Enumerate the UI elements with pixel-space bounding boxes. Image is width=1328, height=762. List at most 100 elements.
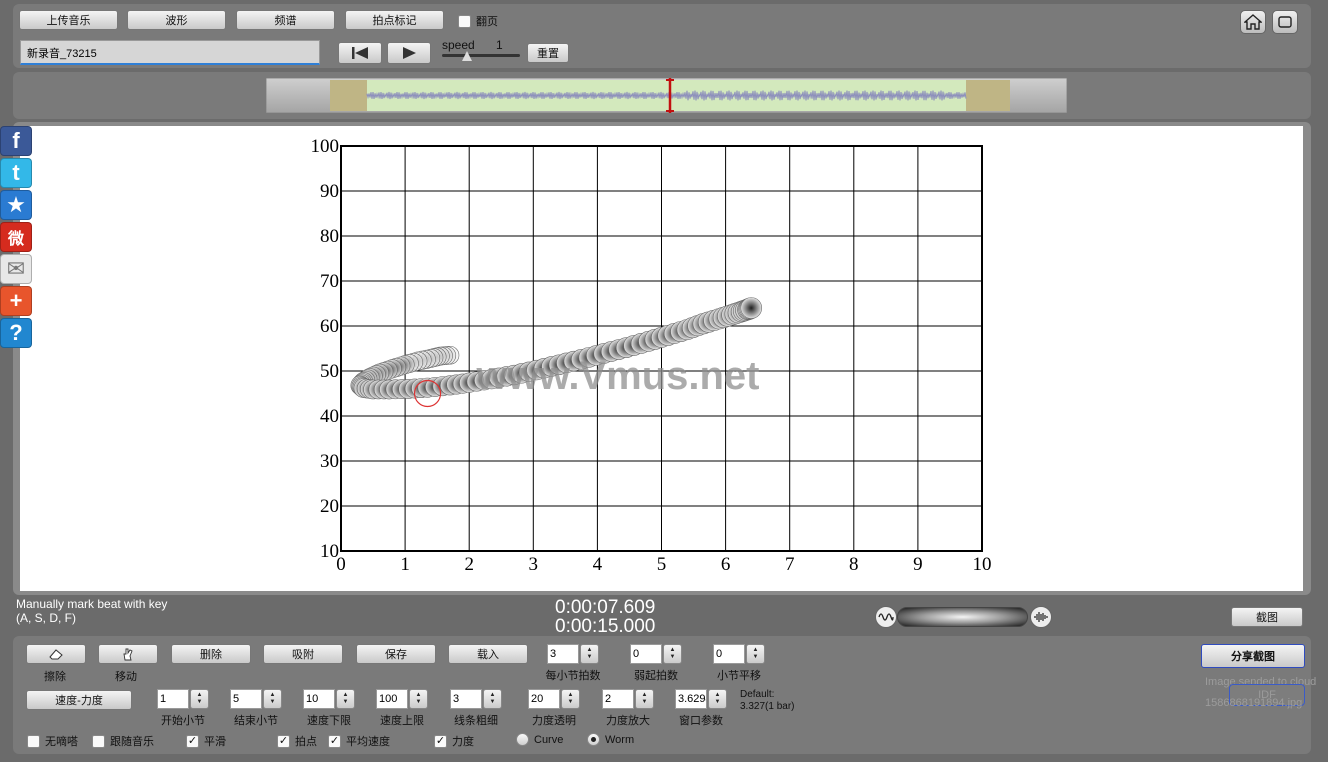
- page-turn-checkbox[interactable]: 翻页: [458, 13, 498, 29]
- stepper-row2-0-arrows[interactable]: ▲ ▼: [190, 689, 209, 709]
- speed-slider-track[interactable]: [442, 54, 520, 57]
- delete-button[interactable]: 删除: [171, 644, 251, 664]
- stepper-row2-3[interactable]: 100 ▲ ▼: [376, 689, 428, 709]
- home-button[interactable]: [1240, 10, 1266, 34]
- stepper-down-icon[interactable]: ▼: [753, 654, 759, 661]
- stepper-row1-1-value[interactable]: 0: [630, 644, 662, 664]
- stepper-row2-0-value[interactable]: 1: [157, 689, 189, 709]
- checkbox-box[interactable]: ✓: [328, 734, 341, 748]
- option-checkbox-5[interactable]: ✓ 力度: [434, 733, 474, 749]
- stepper-row2-6-value[interactable]: 2: [602, 689, 634, 709]
- stepper-row2-3-value[interactable]: 100: [376, 689, 408, 709]
- screenshot-button[interactable]: 截图: [1231, 607, 1303, 627]
- stepper-row1-2[interactable]: 0 ▲ ▼: [713, 644, 765, 664]
- mode-radio-curve[interactable]: Curve: [516, 733, 563, 746]
- checkbox-box[interactable]: [27, 734, 40, 748]
- stepper-up-icon[interactable]: ▲: [568, 692, 574, 699]
- skip-start-button[interactable]: [338, 42, 382, 64]
- waveform-toggle-button[interactable]: [875, 606, 897, 628]
- option-checkbox-3[interactable]: ✓ 拍点: [277, 733, 317, 749]
- speed-reset-button[interactable]: 重置: [527, 43, 569, 63]
- stepper-row2-4[interactable]: 3 ▲ ▼: [450, 689, 502, 709]
- waveform-button[interactable]: 波形: [127, 10, 226, 30]
- checkbox-box[interactable]: ✓: [186, 734, 199, 748]
- tempo-force-chart[interactable]: 0 1 2 3 4 5 6 7 8 9 10102030405060708090100 www.Vm…: [20, 126, 1303, 591]
- save-button[interactable]: 保存: [356, 644, 436, 664]
- add-share-icon[interactable]: +: [0, 286, 32, 316]
- waveform-overview[interactable]: [266, 78, 1067, 113]
- stepper-row2-0[interactable]: 1 ▲ ▼: [157, 689, 209, 709]
- stepper-row2-1-value[interactable]: 5: [230, 689, 262, 709]
- email-icon[interactable]: ✉: [0, 254, 32, 284]
- stepper-down-icon[interactable]: ▼: [568, 699, 574, 706]
- fullscreen-button[interactable]: [1272, 10, 1298, 34]
- stepper-up-icon[interactable]: ▲: [753, 647, 759, 654]
- speed-slider-thumb[interactable]: [462, 51, 472, 61]
- radio-indicator[interactable]: [587, 733, 600, 746]
- stepper-up-icon[interactable]: ▲: [416, 692, 422, 699]
- stepper-down-icon[interactable]: ▼: [343, 699, 349, 706]
- stepper-row2-4-arrows[interactable]: ▲ ▼: [483, 689, 502, 709]
- option-checkbox-0[interactable]: 无嘀嗒: [27, 733, 78, 749]
- snap-button[interactable]: 吸附: [263, 644, 343, 664]
- stepper-row1-0-arrows[interactable]: ▲ ▼: [580, 644, 599, 664]
- twitter-icon[interactable]: t: [0, 158, 32, 188]
- stepper-up-icon[interactable]: ▲: [270, 692, 276, 699]
- stepper-row2-7-arrows[interactable]: ▲ ▼: [708, 689, 727, 709]
- load-button[interactable]: 载入: [448, 644, 528, 664]
- stepper-row2-5-arrows[interactable]: ▲ ▼: [561, 689, 580, 709]
- stepper-up-icon[interactable]: ▲: [715, 692, 721, 699]
- stepper-up-icon[interactable]: ▲: [197, 692, 203, 699]
- stepper-down-icon[interactable]: ▼: [670, 654, 676, 661]
- stepper-row2-6-arrows[interactable]: ▲ ▼: [635, 689, 654, 709]
- stepper-row2-5-value[interactable]: 20: [528, 689, 560, 709]
- volume-slider[interactable]: [897, 607, 1028, 627]
- help-icon[interactable]: ?: [0, 318, 32, 348]
- waveform-left-handle[interactable]: [330, 80, 367, 111]
- stepper-row2-7[interactable]: 3.6294▲▼: [675, 689, 727, 709]
- weibo-icon[interactable]: 微: [0, 222, 32, 252]
- facebook-icon[interactable]: f: [0, 126, 32, 156]
- volume-control[interactable]: [875, 605, 1052, 629]
- stepper-down-icon[interactable]: ▼: [715, 699, 721, 706]
- share-screenshot-button[interactable]: 分享截图: [1201, 644, 1305, 668]
- upload-music-button[interactable]: 上传音乐: [19, 10, 118, 30]
- play-button[interactable]: [387, 42, 431, 64]
- stepper-row1-1-arrows[interactable]: ▲ ▼: [663, 644, 682, 664]
- waveform-right-handle[interactable]: [966, 80, 1010, 111]
- filename-input[interactable]: 新录音_73215: [20, 40, 320, 65]
- stepper-row2-5[interactable]: 20 ▲ ▼: [528, 689, 580, 709]
- option-checkbox-2[interactable]: ✓ 平滑: [186, 733, 226, 749]
- stepper-row2-2-arrows[interactable]: ▲ ▼: [336, 689, 355, 709]
- beat-mark-button[interactable]: 拍点标记: [345, 10, 444, 30]
- mode-radio-worm[interactable]: Worm: [587, 733, 634, 746]
- stepper-row2-2-value[interactable]: 10: [303, 689, 335, 709]
- checkbox-box[interactable]: [92, 734, 105, 748]
- checkbox-box[interactable]: ✓: [277, 734, 290, 748]
- stepper-row2-1-arrows[interactable]: ▲ ▼: [263, 689, 282, 709]
- stepper-row1-2-arrows[interactable]: ▲ ▼: [746, 644, 765, 664]
- stepper-up-icon[interactable]: ▲: [490, 692, 496, 699]
- spectrum-button[interactable]: 频谱: [236, 10, 335, 30]
- radio-indicator[interactable]: [516, 733, 529, 746]
- stepper-up-icon[interactable]: ▲: [642, 692, 648, 699]
- stepper-down-icon[interactable]: ▼: [490, 699, 496, 706]
- stepper-row1-0-value[interactable]: 3: [547, 644, 579, 664]
- stepper-up-icon[interactable]: ▲: [670, 647, 676, 654]
- stepper-up-icon[interactable]: ▲: [343, 692, 349, 699]
- stepper-row2-3-arrows[interactable]: ▲ ▼: [409, 689, 428, 709]
- stepper-down-icon[interactable]: ▼: [587, 654, 593, 661]
- favorite-star-icon[interactable]: ★: [0, 190, 32, 220]
- stepper-down-icon[interactable]: ▼: [197, 699, 203, 706]
- stepper-row2-7-value[interactable]: 3.6294: [675, 689, 707, 709]
- stepper-down-icon[interactable]: ▼: [416, 699, 422, 706]
- stepper-down-icon[interactable]: ▼: [270, 699, 276, 706]
- stepper-row2-2[interactable]: 10 ▲ ▼: [303, 689, 355, 709]
- speed-force-mode-button[interactable]: 速度-力度: [26, 690, 132, 710]
- stepper-row1-1[interactable]: 0 ▲ ▼: [630, 644, 682, 664]
- option-checkbox-4[interactable]: ✓ 平均速度: [328, 733, 390, 749]
- page-turn-checkbox-box[interactable]: [458, 14, 471, 28]
- stepper-row2-6[interactable]: 2 ▲ ▼: [602, 689, 654, 709]
- option-checkbox-1[interactable]: 跟随音乐: [92, 733, 154, 749]
- checkbox-box[interactable]: ✓: [434, 734, 447, 748]
